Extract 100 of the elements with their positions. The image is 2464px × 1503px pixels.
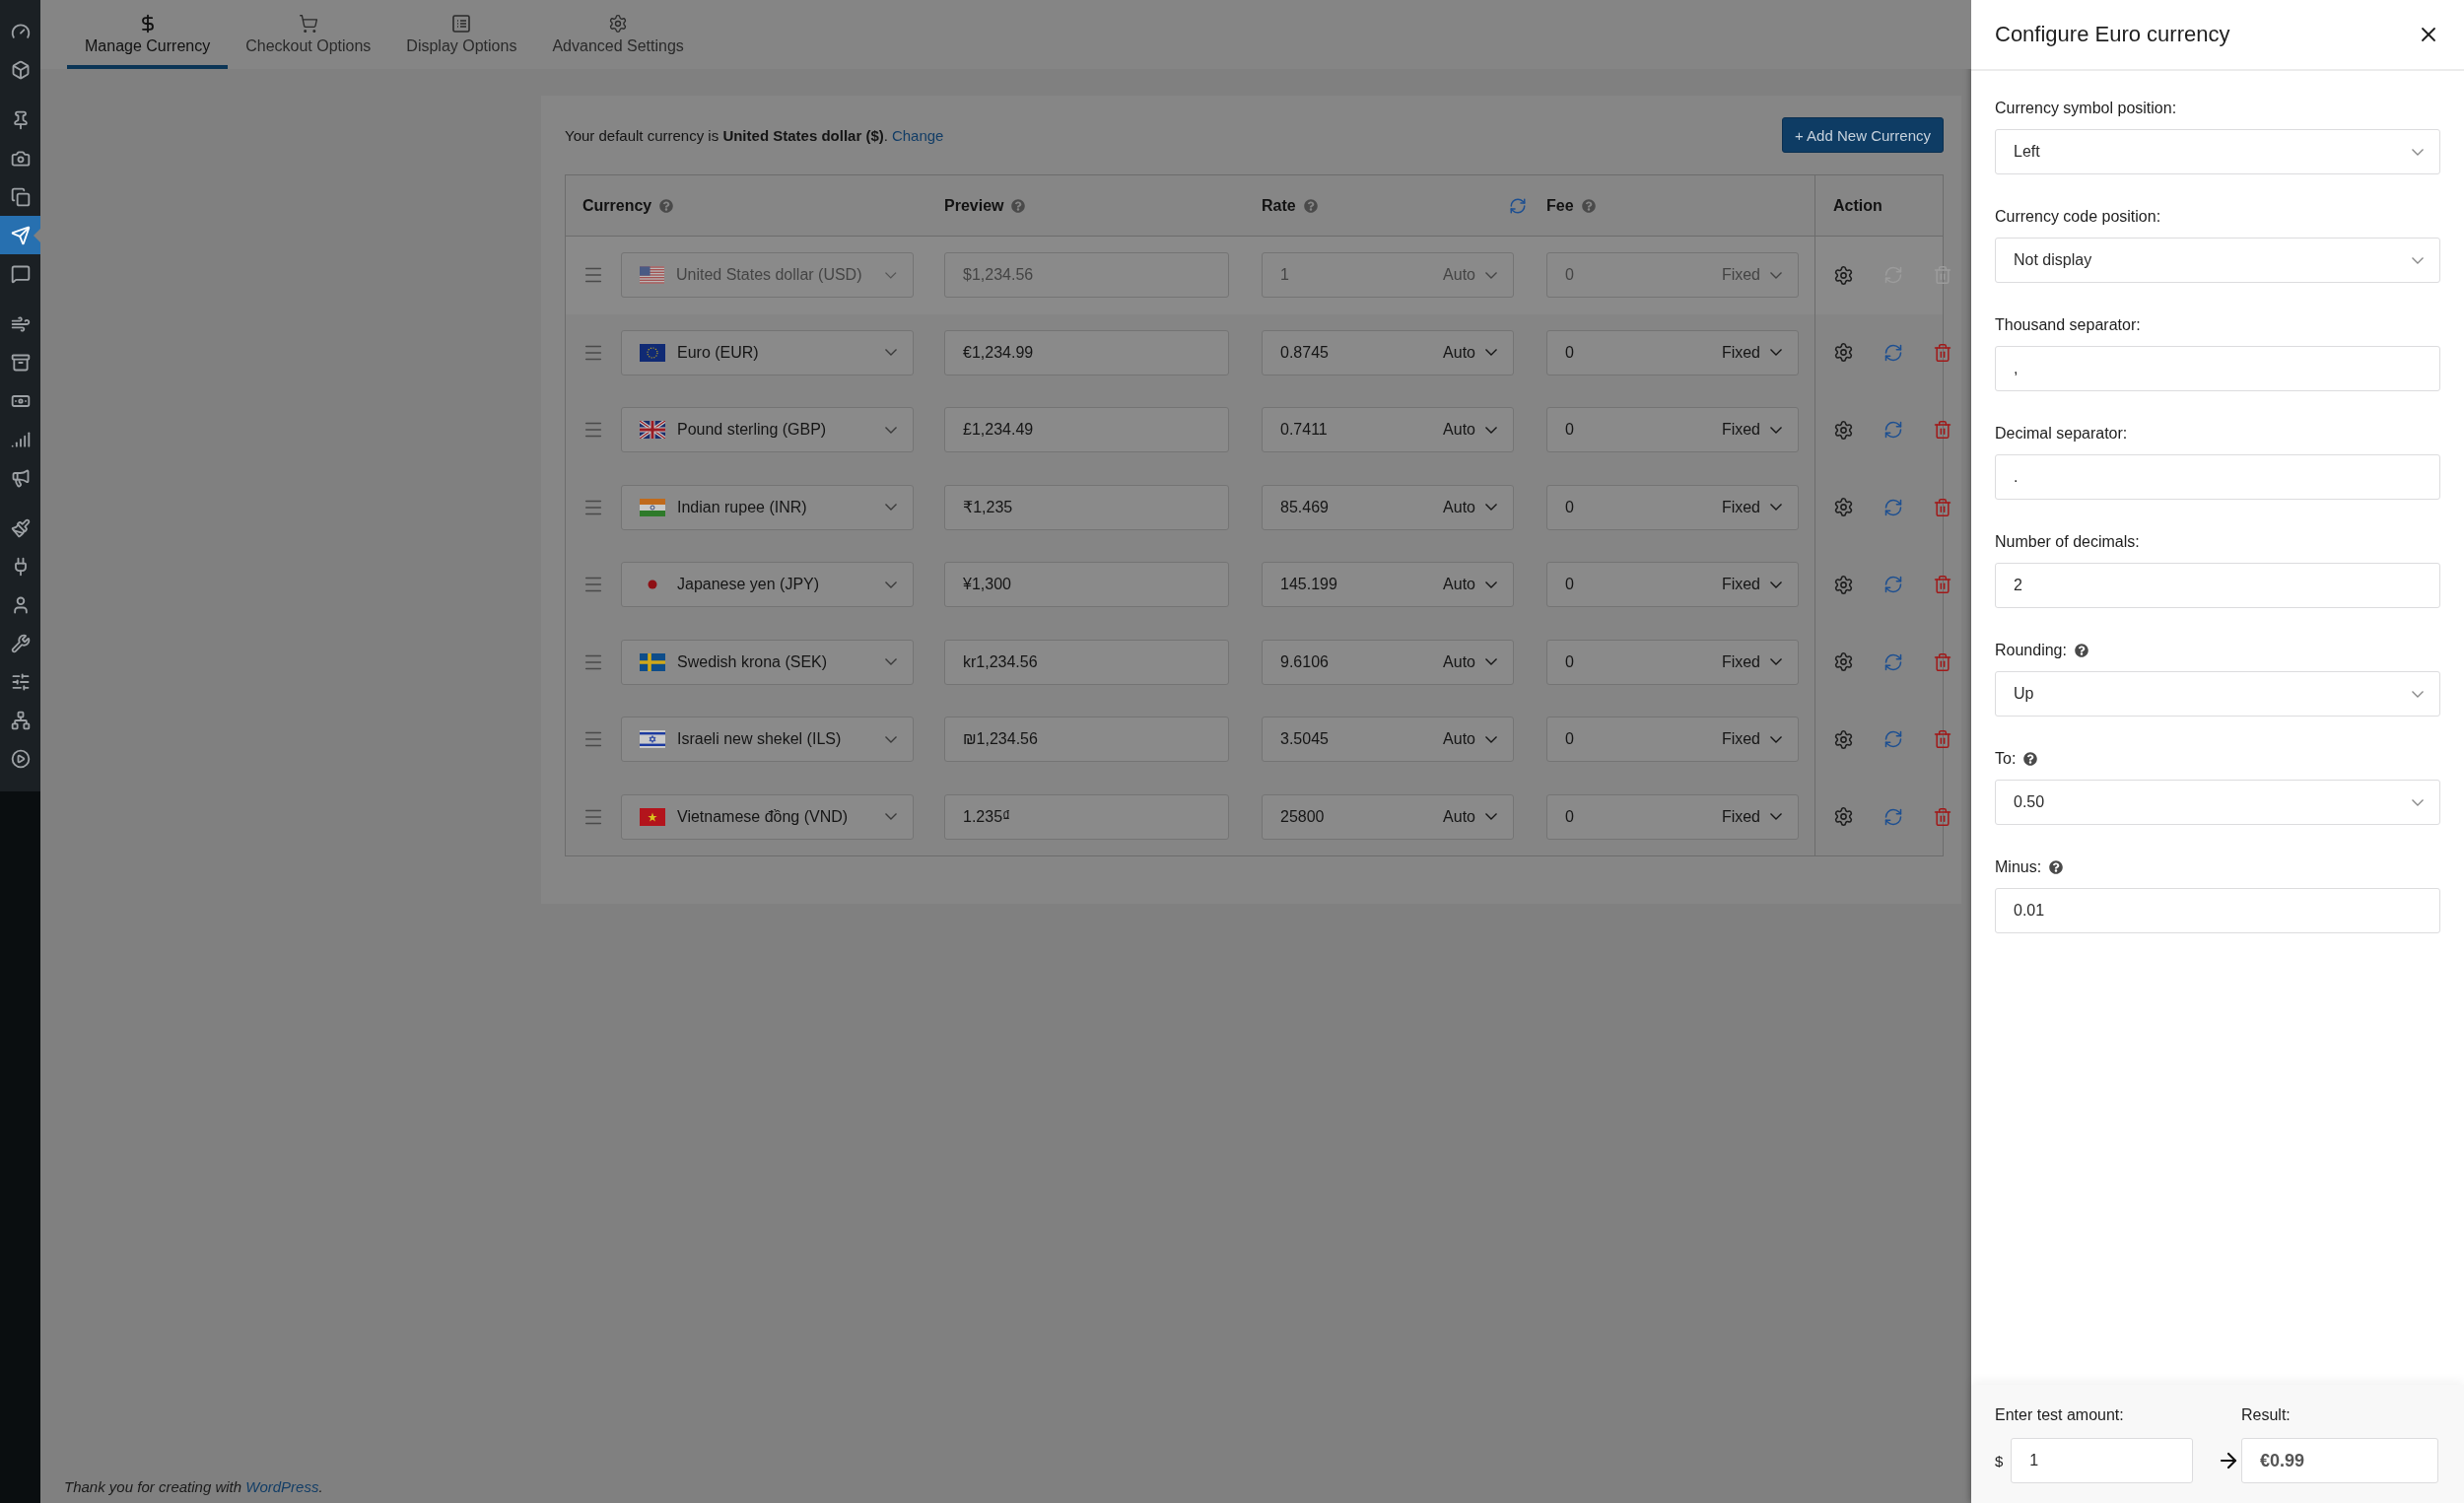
flag-icon xyxy=(640,343,665,362)
fee-field[interactable]: 0 Fixed xyxy=(1546,329,1799,376)
chevron-down-icon xyxy=(1485,271,1497,279)
admin-menu-item[interactable] xyxy=(0,216,40,254)
preview-field[interactable]: 1.235₫ xyxy=(944,793,1229,840)
rate-mode-select[interactable]: Auto xyxy=(1443,807,1497,826)
chevron-down-icon xyxy=(885,271,897,279)
select-field[interactable]: 0.50 xyxy=(1995,780,2440,825)
sliders-icon xyxy=(10,671,31,692)
select-field[interactable]: Left xyxy=(1995,129,2440,174)
rate-field[interactable]: 0.7411 Auto xyxy=(1262,407,1514,453)
fee-field[interactable]: 0 Fixed xyxy=(1546,717,1799,763)
help-icon[interactable] xyxy=(2023,752,2038,766)
chevron-down-icon xyxy=(885,658,897,666)
field-label: Result: xyxy=(2241,1406,2292,1424)
signal-icon xyxy=(10,429,31,449)
rate-mode-select[interactable]: Auto xyxy=(1443,652,1497,671)
chevron-down-icon xyxy=(885,504,897,512)
fee-mode-select[interactable]: Fixed xyxy=(1721,730,1782,749)
chevron-down-icon xyxy=(885,349,897,357)
chevron-down-icon xyxy=(1770,658,1782,666)
fee-mode-select[interactable]: Fixed xyxy=(1721,652,1782,671)
fee-mode-select[interactable]: Fixed xyxy=(1721,343,1782,362)
currency-select[interactable]: Israeli new shekel (ILS) xyxy=(621,717,914,763)
chevron-down-icon xyxy=(885,813,897,821)
rate-field[interactable]: 3.5045 Auto xyxy=(1262,717,1514,763)
flag-icon xyxy=(640,266,664,285)
chevron-down-icon xyxy=(1485,581,1497,588)
fee-field[interactable]: 0 Fixed xyxy=(1546,484,1799,530)
rate-field[interactable]: 145.199 Auto xyxy=(1262,562,1514,608)
chevron-down-icon xyxy=(2412,690,2424,698)
input-field[interactable]: 0.01 xyxy=(1995,888,2440,933)
help-icon[interactable] xyxy=(2074,644,2088,657)
preview-field[interactable]: ₪1,234.56 xyxy=(944,717,1229,763)
rate-field[interactable]: 25800 Auto xyxy=(1262,793,1514,840)
tab[interactable]: Checkout Options xyxy=(228,0,389,69)
preview-field[interactable]: €1,234.99 xyxy=(944,329,1229,376)
fee-mode-select[interactable]: Fixed xyxy=(1721,498,1782,516)
preview-field[interactable]: ₹1,235 xyxy=(944,484,1229,530)
fee-mode-select[interactable]: Fixed xyxy=(1721,807,1782,826)
settings-icon[interactable] xyxy=(1833,574,1854,595)
settings-icon[interactable] xyxy=(1833,651,1854,673)
currency-select[interactable]: Pound sterling (GBP) xyxy=(621,407,914,453)
preview-field[interactable]: ¥1,300 xyxy=(944,562,1229,608)
tab[interactable]: Advanced Settings xyxy=(534,0,702,69)
settings-icon[interactable] xyxy=(1833,497,1854,518)
rate-mode-select[interactable]: Auto xyxy=(1443,498,1497,516)
rate-mode-select[interactable]: Auto xyxy=(1443,343,1497,362)
currency-select[interactable]: Euro (EUR) xyxy=(621,329,914,376)
gear-icon xyxy=(608,14,629,34)
amount-field[interactable]: 1 xyxy=(2011,1438,2194,1483)
settings-icon[interactable] xyxy=(1833,419,1854,441)
tab[interactable]: Display Options xyxy=(388,0,535,69)
input-field[interactable]: , xyxy=(1995,346,2440,391)
rate-field[interactable]: 0.8745 Auto xyxy=(1262,329,1514,376)
default-currency-notice: Your default currency is United States dollar ($). Change xyxy=(565,126,944,144)
chevron-down-icon xyxy=(1485,504,1497,512)
fee-mode-select[interactable]: Fixed xyxy=(1721,576,1782,594)
footer-text: Thank you for creating with WordPress. xyxy=(64,1478,323,1495)
settings-icon[interactable] xyxy=(1833,342,1854,364)
field-label: Currency symbol position: xyxy=(1995,100,2177,117)
tab[interactable]: Manage Currency xyxy=(67,0,229,69)
chevron-down-icon xyxy=(1770,271,1782,279)
settings-icon[interactable] xyxy=(1833,728,1854,750)
fee-field[interactable]: 0 Fixed xyxy=(1546,793,1799,840)
field-label: Rounding: xyxy=(1995,642,2067,659)
chevron-down-icon xyxy=(1770,426,1782,434)
select-field[interactable]: Not display xyxy=(1995,238,2440,283)
rate-mode-select[interactable]: Auto xyxy=(1443,421,1497,440)
flag-icon xyxy=(640,730,665,749)
megaphone-icon xyxy=(10,467,31,488)
rate-mode-select[interactable]: Auto xyxy=(1443,576,1497,594)
help-icon[interactable] xyxy=(2049,860,2064,874)
input-field[interactable]: . xyxy=(1995,454,2440,500)
currency-symbol: $ xyxy=(1995,1452,2004,1469)
fee-field[interactable]: 0 Fixed xyxy=(1546,639,1799,685)
settings-icon[interactable] xyxy=(1833,806,1854,828)
currency-select[interactable]: Indian rupee (INR) xyxy=(621,484,914,530)
chevron-down-icon xyxy=(1485,426,1497,434)
chevron-down-icon xyxy=(885,735,897,743)
fee-mode-select[interactable]: Fixed xyxy=(1721,421,1782,440)
column-header: Action xyxy=(1833,196,1882,215)
copy-icon xyxy=(10,186,31,207)
preview-field[interactable]: kr1,234.56 xyxy=(944,639,1229,685)
flag-icon xyxy=(640,498,665,516)
preview-field[interactable]: £1,234.49 xyxy=(944,407,1229,453)
change-link[interactable]: Change xyxy=(891,126,944,144)
fee-field[interactable]: 0 Fixed xyxy=(1546,407,1799,453)
currency-select[interactable]: Vietnamese đồng (VND) xyxy=(621,793,914,840)
rate-field[interactable]: 9.6106 Auto xyxy=(1262,639,1514,685)
chevron-down-icon xyxy=(1485,658,1497,666)
currency-select[interactable]: Japanese yen (JPY) xyxy=(621,562,914,608)
add-currency-button[interactable]: + Add New Currency xyxy=(1782,117,1944,153)
input-field[interactable]: 2 xyxy=(1995,563,2440,608)
rate-mode-select[interactable]: Auto xyxy=(1443,730,1497,749)
currency-select[interactable]: Swedish krona (SEK) xyxy=(621,639,914,685)
rate-field[interactable]: 85.469 Auto xyxy=(1262,484,1514,530)
fee-field[interactable]: 0 Fixed xyxy=(1546,562,1799,608)
select-field[interactable]: Up xyxy=(1995,671,2440,717)
field-label: Enter test amount: xyxy=(1995,1406,2125,1424)
